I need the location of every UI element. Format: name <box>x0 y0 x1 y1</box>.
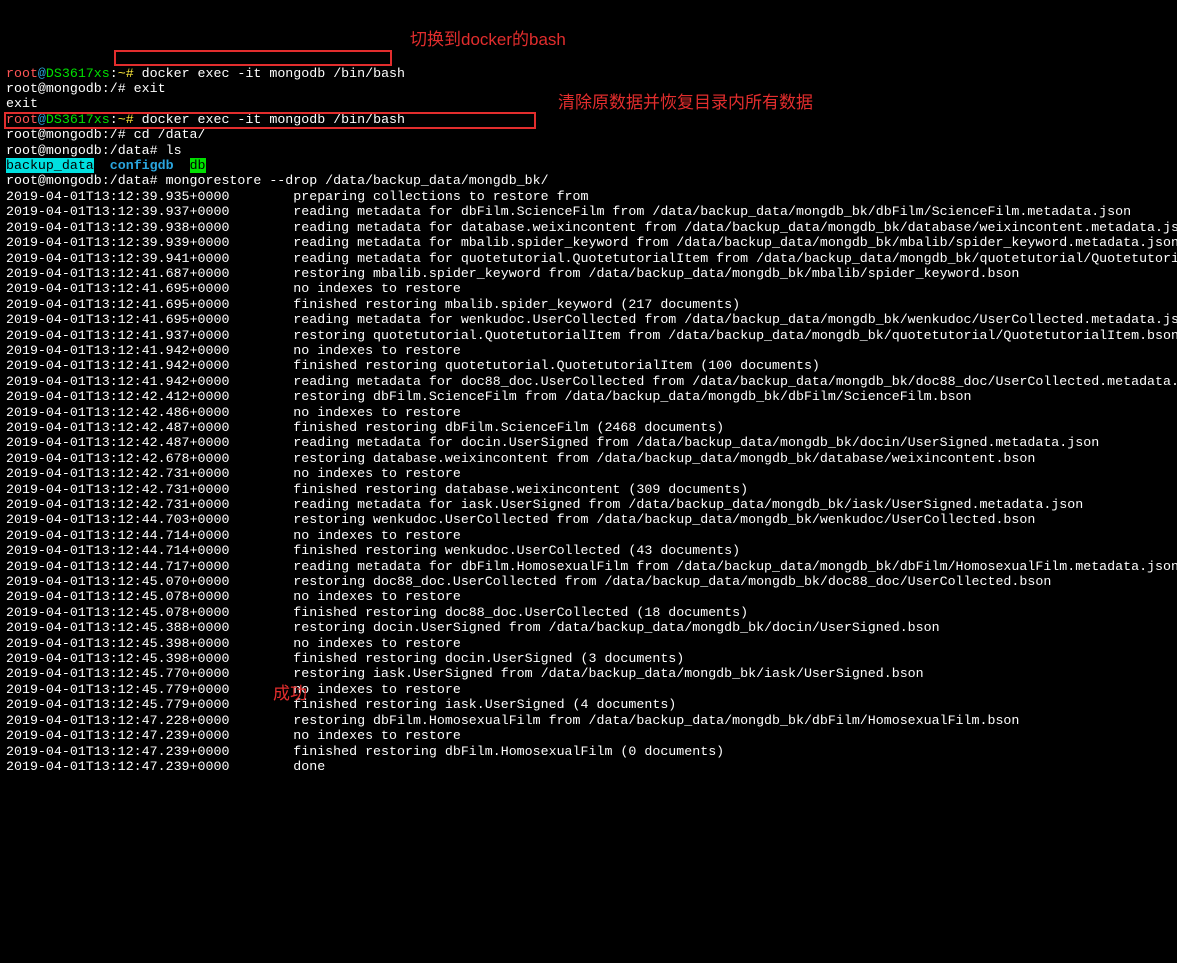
terminal-line: 2019-04-01T13:12:45.388+0000 restoring d… <box>6 620 1171 635</box>
terminal-line: 2019-04-01T13:12:41.687+0000 restoring m… <box>6 266 1171 281</box>
terminal-line: 2019-04-01T13:12:42.731+0000 finished re… <box>6 482 1171 497</box>
terminal-line: 2019-04-01T13:12:47.239+0000 finished re… <box>6 744 1171 759</box>
terminal-line: 2019-04-01T13:12:44.714+0000 no indexes … <box>6 528 1171 543</box>
terminal-line: 2019-04-01T13:12:42.486+0000 no indexes … <box>6 405 1171 420</box>
terminal-line: 2019-04-01T13:12:45.070+0000 restoring d… <box>6 574 1171 589</box>
terminal-line: 2019-04-01T13:12:39.938+0000 reading met… <box>6 220 1171 235</box>
terminal-line: root@mongodb:/data# ls <box>6 143 1171 158</box>
terminal-line: 2019-04-01T13:12:41.695+0000 reading met… <box>6 312 1171 327</box>
terminal-line: 2019-04-01T13:12:45.398+0000 no indexes … <box>6 636 1171 651</box>
terminal-line: 2019-04-01T13:12:42.487+0000 reading met… <box>6 435 1171 450</box>
terminal-line: 2019-04-01T13:12:45.078+0000 finished re… <box>6 605 1171 620</box>
terminal-line: 2019-04-01T13:12:41.937+0000 restoring q… <box>6 328 1171 343</box>
annotation-clear-restore: 清除原数据并恢复目录内所有数据 <box>558 95 813 110</box>
terminal-line: 2019-04-01T13:12:45.770+0000 restoring i… <box>6 666 1171 681</box>
terminal-line: 2019-04-01T13:12:39.935+0000 preparing c… <box>6 189 1171 204</box>
terminal-line: 2019-04-01T13:12:41.695+0000 finished re… <box>6 297 1171 312</box>
terminal-line: 2019-04-01T13:12:45.078+0000 no indexes … <box>6 589 1171 604</box>
terminal-line: root@mongodb:/# cd /data/ <box>6 127 1171 142</box>
annotation-success: 成功 <box>273 686 307 701</box>
terminal-line: root@DS3617xs:~# docker exec -it mongodb… <box>6 112 1171 127</box>
annotation-switch-bash: 切换到docker的bash <box>410 32 566 47</box>
terminal-line: root@mongodb:/data# mongorestore --drop … <box>6 173 1171 188</box>
terminal-line: 2019-04-01T13:12:39.939+0000 reading met… <box>6 235 1171 250</box>
terminal-line: 2019-04-01T13:12:41.942+0000 reading met… <box>6 374 1171 389</box>
terminal-line: 2019-04-01T13:12:42.731+0000 reading met… <box>6 497 1171 512</box>
terminal-output[interactable]: root@DS3617xs:~# docker exec -it mongodb… <box>6 66 1171 775</box>
terminal-line: 2019-04-01T13:12:41.942+0000 no indexes … <box>6 343 1171 358</box>
terminal-line: 2019-04-01T13:12:45.398+0000 finished re… <box>6 651 1171 666</box>
terminal-line: 2019-04-01T13:12:44.714+0000 finished re… <box>6 543 1171 558</box>
terminal-line: 2019-04-01T13:12:42.678+0000 restoring d… <box>6 451 1171 466</box>
terminal-line: 2019-04-01T13:12:47.239+0000 no indexes … <box>6 728 1171 743</box>
terminal-line: 2019-04-01T13:12:44.717+0000 reading met… <box>6 559 1171 574</box>
terminal-line: 2019-04-01T13:12:42.731+0000 no indexes … <box>6 466 1171 481</box>
terminal-line: 2019-04-01T13:12:44.703+0000 restoring w… <box>6 512 1171 527</box>
terminal-line: 2019-04-01T13:12:47.228+0000 restoring d… <box>6 713 1171 728</box>
terminal-line: root@DS3617xs:~# docker exec -it mongodb… <box>6 66 1171 81</box>
terminal-line: 2019-04-01T13:12:45.779+0000 finished re… <box>6 697 1171 712</box>
terminal-line: 2019-04-01T13:12:47.239+0000 done <box>6 759 1171 774</box>
terminal-line: 2019-04-01T13:12:41.695+0000 no indexes … <box>6 281 1171 296</box>
terminal-line: 2019-04-01T13:12:42.487+0000 finished re… <box>6 420 1171 435</box>
terminal-line: 2019-04-01T13:12:41.942+0000 finished re… <box>6 358 1171 373</box>
terminal-line: backup_data configdb db <box>6 158 1171 173</box>
terminal-line: 2019-04-01T13:12:39.937+0000 reading met… <box>6 204 1171 219</box>
terminal-line: 2019-04-01T13:12:42.412+0000 restoring d… <box>6 389 1171 404</box>
highlight-box-docker-exec <box>114 50 392 66</box>
terminal-line: 2019-04-01T13:12:39.941+0000 reading met… <box>6 251 1171 266</box>
terminal-line: 2019-04-01T13:12:45.779+0000 no indexes … <box>6 682 1171 697</box>
